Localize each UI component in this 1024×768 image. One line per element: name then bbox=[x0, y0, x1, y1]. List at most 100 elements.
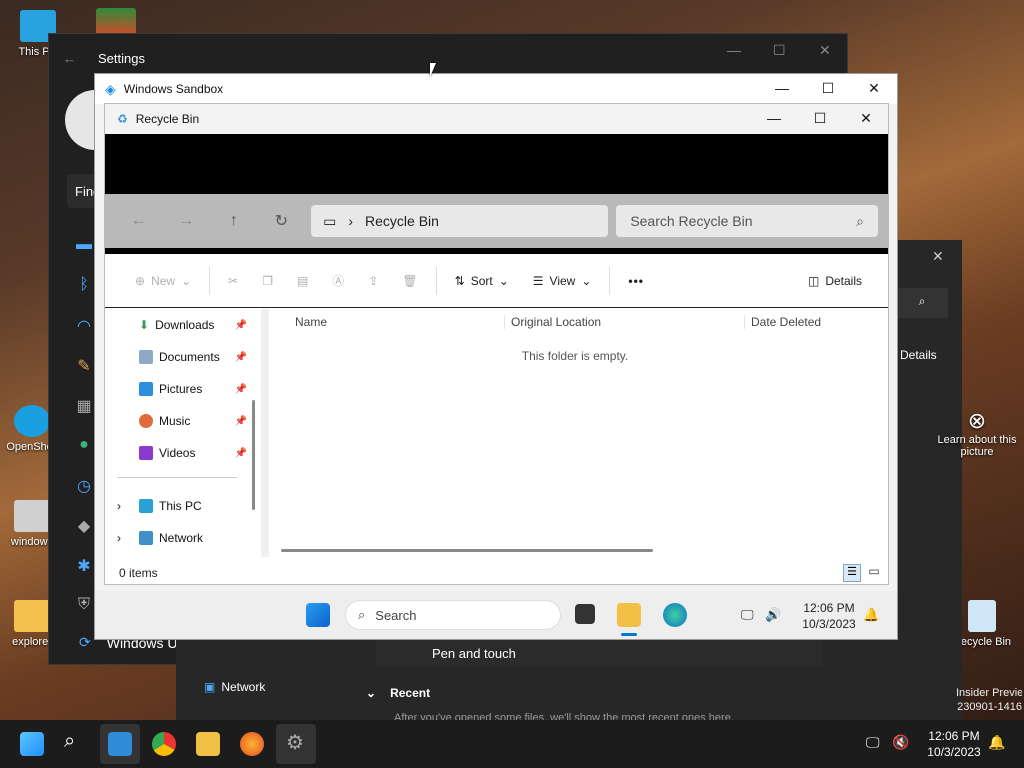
pin-icon: 📌 bbox=[234, 447, 247, 459]
host-clock[interactable]: 12:06 PM 10/3/2023 bbox=[918, 728, 990, 760]
settings-title: Settings bbox=[98, 50, 145, 66]
details-view-icon[interactable]: ☰ bbox=[843, 564, 861, 582]
column-original-location[interactable]: Original Location bbox=[505, 315, 745, 329]
close-button[interactable]: ✕ bbox=[851, 80, 897, 97]
share-button[interactable]: ⇪ bbox=[356, 274, 390, 288]
volume-mute-icon[interactable]: 🔇 bbox=[892, 734, 909, 751]
up-arrow-icon[interactable]: ↑ bbox=[210, 212, 258, 230]
close-button[interactable]: ✕ bbox=[819, 42, 831, 59]
system-icon[interactable]: ▬ bbox=[72, 236, 96, 256]
refresh-icon[interactable]: ↻ bbox=[258, 211, 306, 231]
gaming-icon[interactable]: ◆ bbox=[72, 516, 96, 536]
maximize-button[interactable]: ☐ bbox=[805, 80, 851, 97]
sandbox-clock[interactable]: 12:06 PM 10/3/2023 bbox=[797, 600, 861, 632]
more-options-button[interactable]: ••• bbox=[616, 274, 656, 288]
privacy-icon[interactable]: ⛨ bbox=[72, 596, 96, 616]
nav-item-network[interactable]: › Network bbox=[105, 522, 255, 554]
delete-button[interactable]: 🗑 bbox=[390, 274, 429, 288]
rename-button[interactable]: Ⓐ bbox=[320, 272, 356, 289]
bg-details-label[interactable]: Details bbox=[900, 348, 937, 362]
chevron-down-icon: ⌄ bbox=[581, 273, 592, 288]
empty-message: This folder is empty. bbox=[521, 349, 629, 363]
paste-button[interactable]: ▤ bbox=[285, 274, 320, 288]
search-icon[interactable]: ⌕ bbox=[64, 730, 75, 753]
network-tray-icon[interactable]: 🖵 bbox=[866, 734, 880, 751]
nav-item-videos[interactable]: Videos 📌 bbox=[105, 437, 255, 469]
computer-icon: ▭ bbox=[323, 212, 337, 229]
settings-taskbar-button[interactable]: ⚙ bbox=[276, 724, 316, 764]
back-arrow-icon[interactable]: ← bbox=[115, 212, 163, 230]
nav-item-pictures[interactable]: Pictures 📌 bbox=[105, 373, 255, 405]
personalization-icon[interactable]: ✎ bbox=[72, 356, 96, 376]
clipboard-icon: ▤ bbox=[296, 273, 309, 288]
app-icon bbox=[96, 8, 136, 36]
learn-about-picture[interactable]: ⊗ Learn about this picture bbox=[930, 408, 1024, 458]
maximize-button[interactable]: ☐ bbox=[773, 42, 786, 59]
sandbox-window-controls: — ☐ ✕ bbox=[759, 80, 897, 97]
recent-section-header[interactable]: ⌄ Recent bbox=[366, 686, 430, 700]
back-arrow-icon[interactable]: ← bbox=[63, 51, 76, 66]
sort-button[interactable]: ⇅ Sort ⌄ bbox=[443, 274, 521, 288]
nav-pane-scrollbar[interactable] bbox=[252, 400, 255, 510]
network-tray-icon[interactable]: 🖵 bbox=[741, 607, 754, 623]
start-icon[interactable] bbox=[20, 732, 44, 756]
cut-button[interactable]: ✂ bbox=[216, 274, 250, 288]
details-button[interactable]: ◫ Details bbox=[796, 274, 874, 288]
volume-icon[interactable]: 🔊 bbox=[765, 607, 781, 623]
chevron-right-icon: › bbox=[117, 531, 121, 545]
time-icon[interactable]: ◷ bbox=[72, 476, 96, 496]
ellipsis-icon: ••• bbox=[628, 273, 644, 288]
forward-arrow-icon[interactable]: → bbox=[163, 212, 211, 230]
sandbox-taskbar: ⌕ Search 🖵 🔊 12:06 PM 10/3/2023 🔔 bbox=[95, 591, 897, 639]
chrome-icon[interactable] bbox=[152, 732, 176, 756]
column-headers: Name Original Location Date Deleted bbox=[265, 309, 888, 335]
wifi-icon[interactable]: ◠ bbox=[72, 316, 96, 336]
accessibility-icon[interactable]: ✱ bbox=[72, 556, 96, 576]
music-icon bbox=[139, 414, 153, 428]
horizontal-scrollbar[interactable] bbox=[281, 549, 653, 552]
search-input[interactable]: Search Recycle Bin ⌕ bbox=[616, 205, 878, 237]
edge-icon[interactable] bbox=[663, 603, 687, 627]
minimize-button[interactable]: — bbox=[727, 42, 741, 58]
column-date-deleted[interactable]: Date Deleted bbox=[745, 315, 885, 329]
nav-item-this-pc[interactable]: › This PC bbox=[105, 490, 255, 522]
chevron-down-icon: ⌄ bbox=[181, 273, 192, 288]
nav-item-documents[interactable]: Documents 📌 bbox=[105, 341, 255, 373]
start-icon[interactable] bbox=[306, 603, 330, 627]
task-view-icon[interactable] bbox=[575, 604, 595, 624]
nav-item-downloads[interactable]: ⬇ Downloads 📌 bbox=[105, 309, 255, 341]
address-bar[interactable]: ▭ › Recycle Bin bbox=[311, 205, 609, 237]
document-icon bbox=[139, 350, 153, 364]
command-bar: ⊕ New ⌄ ✂ ❐ ▤ Ⓐ ⇪ 🗑 ⇅ Sort ⌄ ☰ View ⌄ ••… bbox=[105, 254, 888, 308]
bluetooth-icon[interactable]: ᛒ bbox=[72, 276, 96, 296]
firefox-icon[interactable] bbox=[240, 732, 264, 756]
network-icon: ▣ bbox=[204, 680, 216, 694]
taskbar-search[interactable]: ⌕ Search bbox=[345, 600, 561, 630]
file-explorer-icon[interactable] bbox=[617, 603, 641, 627]
file-explorer-icon[interactable] bbox=[196, 732, 220, 756]
tiles-view-icon[interactable]: ▭ bbox=[865, 564, 883, 582]
bg-search-icon[interactable]: ⌕ bbox=[896, 288, 948, 318]
minimize-button[interactable]: — bbox=[759, 80, 805, 97]
navigation-bar: ← → ↑ ↻ ▭ › Recycle Bin Search Recycle B… bbox=[105, 194, 888, 248]
apps-icon[interactable]: ▦ bbox=[72, 396, 96, 416]
notification-bell-icon[interactable]: 🔔 bbox=[988, 734, 1005, 751]
maximize-button[interactable]: ☐ bbox=[797, 110, 843, 127]
notification-bell-icon[interactable]: 🔔 bbox=[863, 607, 879, 623]
minimize-button[interactable]: — bbox=[751, 110, 797, 127]
view-button[interactable]: ☰ View ⌄ bbox=[521, 274, 604, 288]
bg-network-item[interactable]: ▣ Network bbox=[204, 680, 265, 694]
gear-icon: ⚙ bbox=[286, 732, 304, 754]
trash-icon: 🗑 bbox=[402, 273, 418, 288]
sandbox-taskbar-button[interactable] bbox=[100, 724, 140, 764]
copy-button[interactable]: ❐ bbox=[250, 274, 285, 288]
bg-close-icon[interactable]: ✕ bbox=[932, 248, 944, 265]
close-button[interactable]: ✕ bbox=[843, 110, 889, 127]
search-icon: ⌕ bbox=[856, 212, 864, 229]
nav-item-music[interactable]: Music 📌 bbox=[105, 405, 255, 437]
explorer-window-controls: — ☐ ✕ bbox=[751, 110, 889, 127]
accounts-icon[interactable]: ● bbox=[72, 436, 96, 456]
column-name[interactable]: Name bbox=[265, 315, 505, 329]
rename-icon: Ⓐ bbox=[332, 274, 345, 288]
new-button[interactable]: ⊕ New ⌄ bbox=[123, 274, 203, 288]
